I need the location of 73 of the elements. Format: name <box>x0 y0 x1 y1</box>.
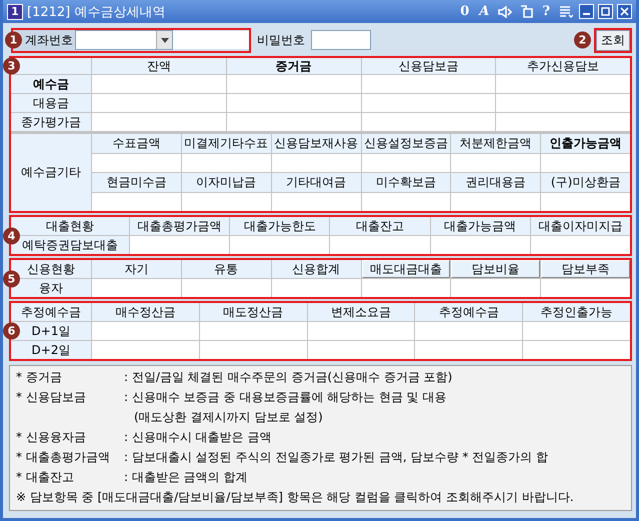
column-header: 유통 <box>182 260 271 278</box>
step-marker: 6 <box>3 322 20 340</box>
column-header: 권리대용금 <box>451 173 540 192</box>
column-header: 추정예수금 <box>415 303 522 321</box>
column-header: 신용설정보증금 <box>362 134 450 153</box>
minimize-button[interactable] <box>579 4 594 19</box>
column-header: 현금미수금 <box>92 173 181 192</box>
note-term: * 대출총평가금액 <box>16 449 111 466</box>
column-header: 미수확보금 <box>362 173 450 192</box>
caret-icon <box>160 38 168 42</box>
row-header: 예수금 <box>11 75 91 93</box>
row-header: D+2일 <box>11 341 91 359</box>
step-marker: 3 <box>3 58 20 74</box>
window-title: [1212] 예수금상세내역 <box>27 4 166 20</box>
password-label: 비밀번호 <box>257 32 305 48</box>
close-button[interactable] <box>617 4 632 19</box>
note-term: * 대출잔고 <box>16 469 75 486</box>
dropdown-button[interactable] <box>156 31 172 49</box>
note-term: * 신용융자금 <box>16 429 87 446</box>
column-header: 인출가능금액 <box>541 134 630 153</box>
column-header: 자기 <box>92 260 181 278</box>
speaker-icon[interactable] <box>498 6 512 18</box>
list-icon[interactable] <box>559 5 573 18</box>
column-header: 추가신용담보 <box>496 58 630 74</box>
step-marker: 2 <box>574 32 591 48</box>
column-header: 기타대여금 <box>272 173 360 192</box>
column-button[interactable]: 담보부족 <box>541 260 630 278</box>
step-marker: 5 <box>3 270 20 287</box>
footnote: ※ 담보항목 중 [매도대금대출/담보비율/담보부족] 항목은 해당 컬럼을 클릭하여 조회해주시기 바랍니다. <box>16 489 575 506</box>
note-term: * 신용담보금 <box>16 389 87 406</box>
note-term: * 증거금 <box>16 369 63 386</box>
close-icon <box>620 7 629 16</box>
column-header: 매수정산금 <box>92 303 199 321</box>
toolbar-button[interactable]: A <box>476 4 492 19</box>
note-text: : 신용매수시 대출받은 금액 <box>124 429 272 446</box>
column-header: 변제소요금 <box>308 303 414 321</box>
column-header: 추정인출가능 <box>523 303 630 321</box>
maximize-icon <box>601 7 610 16</box>
column-button[interactable]: 담보비율 <box>451 260 540 278</box>
column-header: 대출이자미지급 <box>530 217 630 235</box>
row-header: 대용금 <box>11 94 91 112</box>
column-header: 대출가능한도 <box>230 217 330 235</box>
column-header: 처분제한금액 <box>451 134 540 153</box>
column-header: 이자미납금 <box>182 173 271 192</box>
column-header: 수표금액 <box>92 134 181 153</box>
toolbar-button[interactable]: 0 <box>457 4 472 19</box>
note-text: : 신용매수 보증금 중 대용보증금률에 해당하는 현금 및 대용 <box>124 389 448 406</box>
column-header: 대출총평가금액 <box>130 217 230 235</box>
column-header: 신용담보금 <box>362 58 496 74</box>
note-text: : 전일/금일 체결된 매수주문의 증거금(신용매수 증거금 포함) <box>124 369 454 386</box>
column-header: 신용담보재사용 <box>272 134 360 153</box>
column-header: 매도정산금 <box>200 303 307 321</box>
app-icon: 1 <box>7 4 23 20</box>
column-header: 신용합계 <box>272 260 360 278</box>
note-text: (매도상환 결제시까지 담보로 설정) <box>133 409 324 426</box>
query-button[interactable]: 조회 <box>596 30 630 50</box>
row-header: 예수금기타 <box>11 134 91 211</box>
maximize-button[interactable] <box>598 4 613 19</box>
step-marker: 1 <box>5 32 22 48</box>
column-header: 대출잔고 <box>330 217 430 235</box>
column-header: 잔액 <box>92 58 226 74</box>
column-header: (구)미상환금 <box>541 173 630 192</box>
column-header: 대출가능금액 <box>430 217 530 235</box>
note-text: : 대출받은 금액의 합계 <box>124 469 248 486</box>
account-field[interactable] <box>173 31 249 49</box>
row-header: 종가평가금 <box>11 113 91 131</box>
column-button[interactable]: 매도대금대출 <box>362 260 450 278</box>
note-text: : 담보대출시 설정된 주식의 전일종가로 평가된 금액, 담보수량 * 전일종가의 합 <box>124 449 550 466</box>
column-header: 미결제기타수표 <box>182 134 271 153</box>
step-marker: 4 <box>3 227 20 244</box>
password-field[interactable] <box>311 30 371 50</box>
column-header: 증거금 <box>226 58 360 74</box>
column-header: 추정예수금 <box>11 303 91 321</box>
